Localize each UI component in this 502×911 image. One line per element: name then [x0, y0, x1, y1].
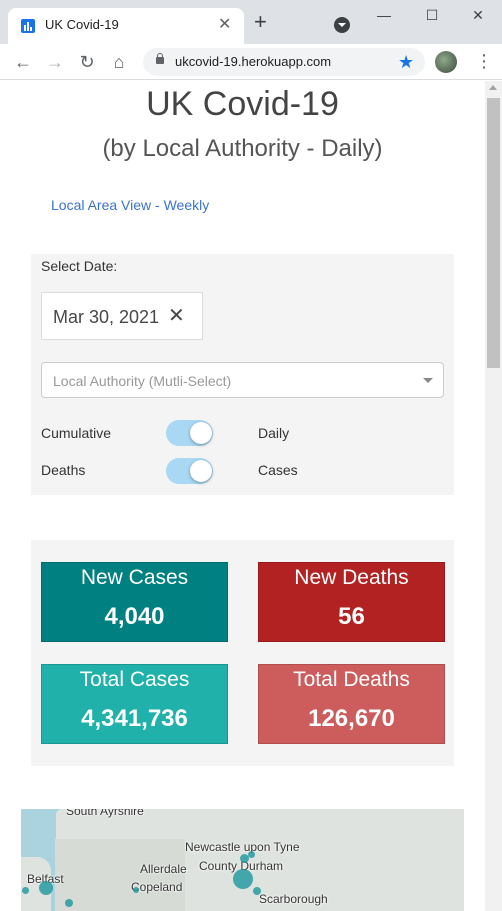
map-marker[interactable]: [65, 899, 73, 907]
address-bar[interactable]: ukcovid-19.herokuapp.com ★: [143, 48, 425, 76]
map-marker[interactable]: [133, 887, 139, 893]
total-deaths-value: 126,670: [308, 705, 395, 732]
close-tab-icon[interactable]: ✕: [218, 15, 231, 35]
total-cases-card: Total Cases 4,341,736: [41, 664, 228, 744]
new-deaths-card: New Deaths 56: [258, 562, 445, 642]
new-cases-label: New Cases: [80, 566, 189, 589]
local-authority-placeholder: Local Authority (Mutli-Select): [53, 373, 232, 389]
cases-label: Cases: [258, 462, 298, 478]
weekly-view-link[interactable]: Local Area View - Weekly: [51, 197, 209, 213]
total-cases-label: Total Cases: [79, 668, 190, 691]
map-marker[interactable]: [253, 887, 261, 895]
cumulative-label: Cumulative: [41, 425, 112, 441]
uk-map[interactable]: South Ayrshire Newcastle upon Tyne Aller…: [21, 809, 464, 911]
toggle-knob: [190, 460, 212, 482]
deaths-label: Deaths: [41, 462, 86, 478]
lock-icon: [156, 53, 164, 64]
profile-avatar[interactable]: [435, 51, 457, 73]
browser-menu-icon[interactable]: ⋮: [475, 49, 493, 73]
tab-search-icon[interactable]: [334, 17, 350, 33]
date-picker[interactable]: Mar 30, 2021 ✕: [41, 292, 203, 340]
total-deaths-label: Total Deaths: [293, 668, 410, 691]
scroll-up-arrow-icon[interactable]: [489, 85, 497, 90]
page-subtitle: (by Local Authority - Daily): [102, 135, 383, 162]
tab-title: UK Covid-19: [45, 17, 119, 32]
map-marker[interactable]: [22, 887, 29, 894]
browser-tab-bar: UK Covid-19 ✕ + — ☐ ✕: [0, 0, 502, 44]
bar-chart-icon: [21, 19, 35, 33]
clear-date-icon[interactable]: ✕: [168, 305, 185, 327]
page-title: UK Covid-19: [146, 85, 339, 123]
map-label: Copeland: [131, 880, 183, 894]
page-scrollbar[interactable]: [485, 81, 502, 911]
toggle-knob: [190, 422, 212, 444]
new-tab-button[interactable]: +: [254, 11, 267, 33]
local-authority-select[interactable]: Local Authority (Mutli-Select): [41, 362, 444, 398]
map-label: Allerdale: [140, 862, 187, 876]
cumulative-daily-toggle[interactable]: [166, 420, 213, 446]
stats-panel: New Cases 4,040 New Deaths 56 Total Case…: [31, 540, 454, 766]
date-value: Mar 30, 2021: [53, 307, 160, 327]
new-cases-card: New Cases 4,040: [41, 562, 228, 642]
new-deaths-label: New Deaths: [294, 566, 409, 589]
maximize-button[interactable]: ☐: [416, 4, 448, 26]
forward-icon[interactable]: →: [43, 50, 67, 74]
select-date-label: Select Date:: [41, 258, 118, 274]
map-label: Scarborough: [259, 892, 328, 906]
dropdown-arrow-icon[interactable]: [423, 378, 433, 383]
url-text: ukcovid-19.herokuapp.com: [175, 54, 332, 69]
map-label: Newcastle upon Tyne: [185, 840, 300, 854]
total-deaths-card: Total Deaths 126,670: [258, 664, 445, 744]
browser-toolbar: ← → ↻ ⌂ ukcovid-19.herokuapp.com ★ ⋮: [0, 44, 502, 80]
total-cases-value: 4,341,736: [81, 705, 188, 732]
map-marker[interactable]: [39, 881, 53, 895]
map-marker[interactable]: [248, 851, 255, 858]
daily-label: Daily: [258, 425, 290, 441]
new-deaths-value: 56: [338, 603, 365, 630]
map-marker[interactable]: [233, 869, 253, 889]
minimize-button[interactable]: —: [368, 4, 400, 26]
back-icon[interactable]: ←: [11, 50, 35, 74]
browser-tab[interactable]: UK Covid-19 ✕: [8, 8, 244, 44]
map-label: South Ayrshire: [66, 809, 144, 818]
scroll-thumb[interactable]: [487, 98, 500, 368]
deaths-cases-toggle[interactable]: [166, 458, 213, 484]
new-cases-value: 4,040: [104, 603, 165, 630]
bookmark-star-icon[interactable]: ★: [398, 51, 414, 73]
home-icon[interactable]: ⌂: [107, 50, 131, 74]
window-close-button[interactable]: ✕: [462, 4, 494, 26]
page-content: UK Covid-19 (by Local Authority - Daily)…: [0, 81, 485, 911]
reload-icon[interactable]: ↻: [75, 50, 99, 74]
filter-panel: Select Date: Mar 30, 2021 ✕ Local Author…: [31, 254, 454, 495]
